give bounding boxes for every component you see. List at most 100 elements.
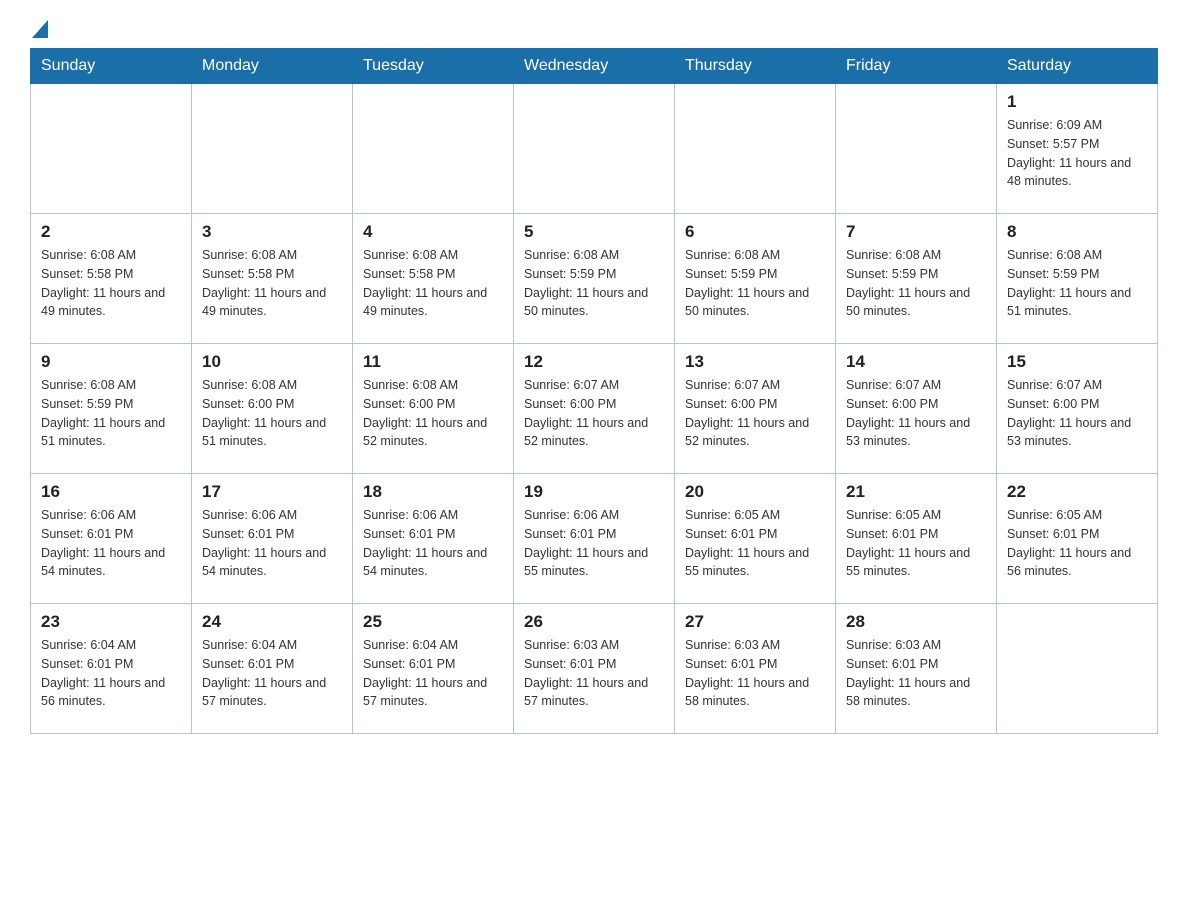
day-cell: 6 Sunrise: 6:08 AMSunset: 5:59 PMDaylight… bbox=[675, 214, 836, 344]
day-cell: 22 Sunrise: 6:05 AMSunset: 6:01 PMDayligh… bbox=[997, 474, 1158, 604]
weekday-header-row: SundayMondayTuesdayWednesdayThursdayFrid… bbox=[31, 49, 1158, 84]
week-row-5: 23 Sunrise: 6:04 AMSunset: 6:01 PMDayligh… bbox=[31, 604, 1158, 734]
day-info: Sunrise: 6:07 AMSunset: 6:00 PMDaylight:… bbox=[1007, 376, 1147, 451]
day-info: Sunrise: 6:08 AMSunset: 5:59 PMDaylight:… bbox=[1007, 246, 1147, 321]
day-cell: 17 Sunrise: 6:06 AMSunset: 6:01 PMDayligh… bbox=[192, 474, 353, 604]
day-cell: 16 Sunrise: 6:06 AMSunset: 6:01 PMDayligh… bbox=[31, 474, 192, 604]
day-number: 5 bbox=[524, 222, 664, 242]
day-info: Sunrise: 6:03 AMSunset: 6:01 PMDaylight:… bbox=[846, 636, 986, 711]
week-row-4: 16 Sunrise: 6:06 AMSunset: 6:01 PMDayligh… bbox=[31, 474, 1158, 604]
day-info: Sunrise: 6:03 AMSunset: 6:01 PMDaylight:… bbox=[685, 636, 825, 711]
day-cell: 4 Sunrise: 6:08 AMSunset: 5:58 PMDaylight… bbox=[353, 214, 514, 344]
day-number: 18 bbox=[363, 482, 503, 502]
day-info: Sunrise: 6:08 AMSunset: 5:59 PMDaylight:… bbox=[524, 246, 664, 321]
day-cell: 13 Sunrise: 6:07 AMSunset: 6:00 PMDayligh… bbox=[675, 344, 836, 474]
day-number: 9 bbox=[41, 352, 181, 372]
day-cell bbox=[675, 84, 836, 214]
day-number: 14 bbox=[846, 352, 986, 372]
day-number: 23 bbox=[41, 612, 181, 632]
day-cell: 1 Sunrise: 6:09 AMSunset: 5:57 PMDaylight… bbox=[997, 84, 1158, 214]
day-info: Sunrise: 6:05 AMSunset: 6:01 PMDaylight:… bbox=[1007, 506, 1147, 581]
day-number: 27 bbox=[685, 612, 825, 632]
day-cell bbox=[514, 84, 675, 214]
week-row-2: 2Sunrise: 6:08 AMSunset: 5:58 PMDaylight… bbox=[31, 214, 1158, 344]
day-info: Sunrise: 6:08 AMSunset: 5:59 PMDaylight:… bbox=[41, 376, 181, 451]
day-info: Sunrise: 6:06 AMSunset: 6:01 PMDaylight:… bbox=[202, 506, 342, 581]
day-number: 21 bbox=[846, 482, 986, 502]
day-cell: 5 Sunrise: 6:08 AMSunset: 5:59 PMDaylight… bbox=[514, 214, 675, 344]
logo-arrow-icon bbox=[32, 20, 48, 38]
day-cell: 21Sunrise: 6:05 AMSunset: 6:01 PMDayligh… bbox=[836, 474, 997, 604]
day-cell bbox=[192, 84, 353, 214]
day-cell: 9 Sunrise: 6:08 AMSunset: 5:59 PMDaylight… bbox=[31, 344, 192, 474]
day-cell: 7 Sunrise: 6:08 AMSunset: 5:59 PMDaylight… bbox=[836, 214, 997, 344]
day-cell: 26 Sunrise: 6:03 AMSunset: 6:01 PMDayligh… bbox=[514, 604, 675, 734]
day-number: 3 bbox=[202, 222, 342, 242]
day-number: 26 bbox=[524, 612, 664, 632]
weekday-header-wednesday: Wednesday bbox=[514, 49, 675, 84]
day-info: Sunrise: 6:08 AMSunset: 5:59 PMDaylight:… bbox=[685, 246, 825, 321]
day-number: 28 bbox=[846, 612, 986, 632]
day-cell: 12Sunrise: 6:07 AMSunset: 6:00 PMDayligh… bbox=[514, 344, 675, 474]
day-number: 16 bbox=[41, 482, 181, 502]
day-info: Sunrise: 6:08 AMSunset: 5:59 PMDaylight:… bbox=[846, 246, 986, 321]
day-cell: 8 Sunrise: 6:08 AMSunset: 5:59 PMDaylight… bbox=[997, 214, 1158, 344]
day-info: Sunrise: 6:08 AMSunset: 6:00 PMDaylight:… bbox=[202, 376, 342, 451]
weekday-header-thursday: Thursday bbox=[675, 49, 836, 84]
page-header bbox=[30, 20, 1158, 38]
day-number: 20 bbox=[685, 482, 825, 502]
day-number: 8 bbox=[1007, 222, 1147, 242]
weekday-header-friday: Friday bbox=[836, 49, 997, 84]
day-info: Sunrise: 6:08 AMSunset: 5:58 PMDaylight:… bbox=[41, 246, 181, 321]
day-number: 7 bbox=[846, 222, 986, 242]
day-number: 1 bbox=[1007, 92, 1147, 112]
weekday-header-saturday: Saturday bbox=[997, 49, 1158, 84]
day-cell: 18 Sunrise: 6:06 AMSunset: 6:01 PMDayligh… bbox=[353, 474, 514, 604]
day-info: Sunrise: 6:04 AMSunset: 6:01 PMDaylight:… bbox=[202, 636, 342, 711]
day-number: 11 bbox=[363, 352, 503, 372]
day-cell bbox=[997, 604, 1158, 734]
day-number: 22 bbox=[1007, 482, 1147, 502]
day-cell: 23Sunrise: 6:04 AMSunset: 6:01 PMDayligh… bbox=[31, 604, 192, 734]
day-cell: 3 Sunrise: 6:08 AMSunset: 5:58 PMDaylight… bbox=[192, 214, 353, 344]
calendar-table: SundayMondayTuesdayWednesdayThursdayFrid… bbox=[30, 48, 1158, 734]
day-number: 12 bbox=[524, 352, 664, 372]
day-number: 6 bbox=[685, 222, 825, 242]
day-cell: 28 Sunrise: 6:03 AMSunset: 6:01 PMDayligh… bbox=[836, 604, 997, 734]
day-cell: 20 Sunrise: 6:05 AMSunset: 6:01 PMDayligh… bbox=[675, 474, 836, 604]
weekday-header-tuesday: Tuesday bbox=[353, 49, 514, 84]
day-info: Sunrise: 6:07 AMSunset: 6:00 PMDaylight:… bbox=[846, 376, 986, 451]
day-cell: 10 Sunrise: 6:08 AMSunset: 6:00 PMDayligh… bbox=[192, 344, 353, 474]
day-cell: 25 Sunrise: 6:04 AMSunset: 6:01 PMDayligh… bbox=[353, 604, 514, 734]
day-info: Sunrise: 6:05 AMSunset: 6:01 PMDaylight:… bbox=[685, 506, 825, 581]
day-cell: 11 Sunrise: 6:08 AMSunset: 6:00 PMDayligh… bbox=[353, 344, 514, 474]
weekday-header-sunday: Sunday bbox=[31, 49, 192, 84]
day-number: 4 bbox=[363, 222, 503, 242]
day-cell bbox=[836, 84, 997, 214]
day-info: Sunrise: 6:04 AMSunset: 6:01 PMDaylight:… bbox=[363, 636, 503, 711]
week-row-1: 1 Sunrise: 6:09 AMSunset: 5:57 PMDaylight… bbox=[31, 84, 1158, 214]
day-info: Sunrise: 6:06 AMSunset: 6:01 PMDaylight:… bbox=[524, 506, 664, 581]
day-info: Sunrise: 6:08 AMSunset: 5:58 PMDaylight:… bbox=[363, 246, 503, 321]
day-number: 17 bbox=[202, 482, 342, 502]
day-info: Sunrise: 6:06 AMSunset: 6:01 PMDaylight:… bbox=[363, 506, 503, 581]
day-number: 13 bbox=[685, 352, 825, 372]
day-number: 10 bbox=[202, 352, 342, 372]
day-info: Sunrise: 6:06 AMSunset: 6:01 PMDaylight:… bbox=[41, 506, 181, 581]
week-row-3: 9 Sunrise: 6:08 AMSunset: 5:59 PMDaylight… bbox=[31, 344, 1158, 474]
day-number: 24 bbox=[202, 612, 342, 632]
day-info: Sunrise: 6:08 AMSunset: 6:00 PMDaylight:… bbox=[363, 376, 503, 451]
weekday-header-monday: Monday bbox=[192, 49, 353, 84]
day-info: Sunrise: 6:07 AMSunset: 6:00 PMDaylight:… bbox=[685, 376, 825, 451]
day-info: Sunrise: 6:09 AMSunset: 5:57 PMDaylight:… bbox=[1007, 116, 1147, 191]
day-cell: 27 Sunrise: 6:03 AMSunset: 6:01 PMDayligh… bbox=[675, 604, 836, 734]
day-number: 15 bbox=[1007, 352, 1147, 372]
day-cell bbox=[353, 84, 514, 214]
day-info: Sunrise: 6:03 AMSunset: 6:01 PMDaylight:… bbox=[524, 636, 664, 711]
logo bbox=[30, 20, 48, 38]
day-cell: 15 Sunrise: 6:07 AMSunset: 6:00 PMDayligh… bbox=[997, 344, 1158, 474]
day-number: 25 bbox=[363, 612, 503, 632]
day-info: Sunrise: 6:08 AMSunset: 5:58 PMDaylight:… bbox=[202, 246, 342, 321]
day-cell: 2Sunrise: 6:08 AMSunset: 5:58 PMDaylight… bbox=[31, 214, 192, 344]
day-cell: 19Sunrise: 6:06 AMSunset: 6:01 PMDayligh… bbox=[514, 474, 675, 604]
